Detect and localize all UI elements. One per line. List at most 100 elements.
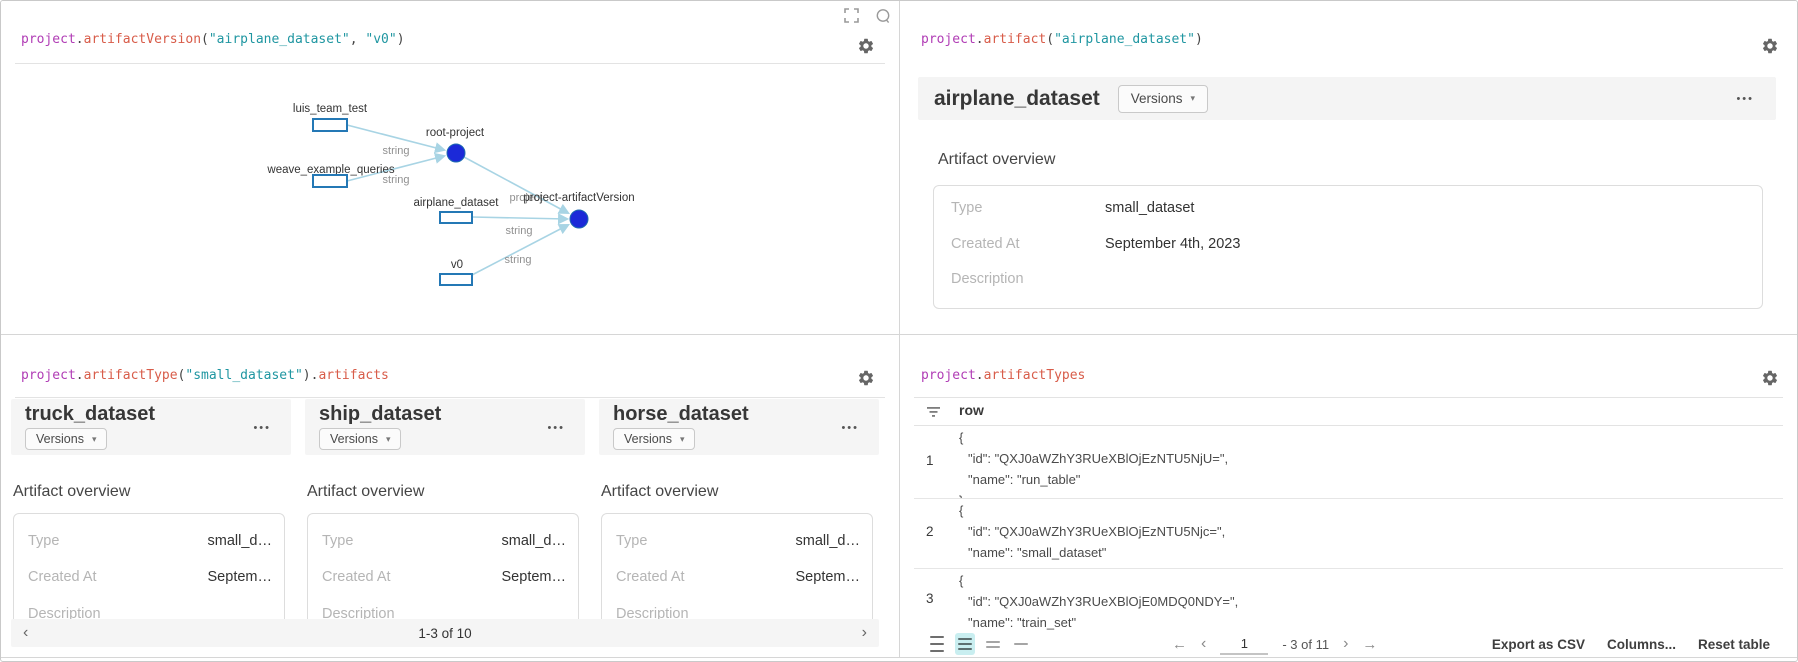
row-number: 2 [926, 524, 934, 539]
filter-icon[interactable] [927, 406, 941, 418]
node-label: luis_team_test [293, 103, 368, 115]
section-title: Artifact overview [307, 483, 424, 501]
reset-table-button[interactable]: Reset table [1698, 637, 1770, 652]
expression-artifact-type[interactable]: project.artifactType("small_dataset").ar… [21, 368, 389, 383]
overflow-menu-button[interactable]: ••• [1730, 92, 1760, 106]
column-header-row[interactable]: row [959, 402, 984, 418]
last-page-icon[interactable]: → [1362, 637, 1377, 652]
table-row[interactable]: 2 { "id": "QXJ0aWZhY3RUeXBlOjEzNTU5Njc="… [914, 498, 1783, 569]
row-number: 3 [926, 591, 934, 606]
next-page-icon[interactable]: › [1343, 636, 1348, 652]
row-value: small_dataset [1105, 200, 1194, 216]
next-page-icon[interactable]: › [850, 625, 879, 641]
card-title: horse_dataset [613, 403, 749, 426]
table-row[interactable]: 3 { "id": "QXJ0aWZhY3RUeXBlOjE0MDQ0NDY="… [914, 568, 1783, 631]
comment-icon[interactable] [875, 8, 892, 25]
row-label: Type [28, 533, 59, 549]
section-title: Artifact overview [601, 483, 718, 501]
graph-node-project-artifact-version[interactable]: project project-artifactVersion [509, 192, 634, 228]
row-label: Created At [951, 236, 1020, 252]
overview-row: Created At Septem… [28, 569, 272, 589]
token-dot: . [76, 32, 84, 47]
row-value: September 4th, 2023 [1105, 236, 1240, 252]
graph-node-weave-example-queries[interactable]: weave_example_queries [266, 164, 394, 187]
panel-artifact-types: project.artifactTypes row 1 { "id": "QXJ… [900, 335, 1797, 658]
card-header: ship_dataset Versions ▾ ••• [305, 399, 585, 455]
weave-dashboard: project.artifactVersion("airplane_datase… [0, 0, 1798, 662]
versions-label: Versions [36, 432, 84, 446]
row-label: Created At [322, 569, 391, 585]
expression-artifact-version[interactable]: project.artifactVersion("airplane_datase… [21, 32, 405, 47]
token-paren: ( [201, 32, 209, 47]
panel-artifact-version: project.artifactVersion("airplane_datase… [1, 1, 900, 335]
first-page-icon[interactable]: ← [1172, 637, 1187, 652]
row-json-cell: { "id": "QXJ0aWZhY3RUeXBlOjEzNTU5Njc=", … [959, 500, 1225, 569]
card-header: truck_dataset Versions ▾ ••• [11, 399, 291, 455]
token-paren: ) [1195, 32, 1203, 47]
prev-page-icon[interactable]: ‹ [1201, 636, 1206, 652]
versions-button[interactable]: Versions ▾ [1118, 85, 1208, 113]
node-label: project-artifactVersion [523, 192, 634, 204]
gear-icon[interactable] [857, 369, 875, 387]
expression-artifact-types[interactable]: project.artifactTypes [921, 368, 1085, 383]
row-label: Description [951, 271, 1024, 287]
token-dot: . [76, 368, 84, 383]
row-value: small_d… [502, 533, 566, 549]
density-medium-icon[interactable] [955, 633, 975, 655]
overview-row: Description [951, 271, 1750, 291]
overview-row: Type small_d… [616, 533, 860, 553]
gear-icon[interactable] [1761, 37, 1779, 55]
row-value: small_d… [208, 533, 272, 549]
fullscreen-icon[interactable] [844, 8, 859, 23]
row-json-cell: { "id": "QXJ0aWZhY3RUeXBlOjEzNTU5NjU=", … [959, 427, 1228, 499]
page-range-label: 1-3 of 10 [40, 626, 849, 641]
panel-artifact: project.artifact("airplane_dataset") air… [900, 1, 1797, 335]
page-range-label: - 3 of 11 [1282, 637, 1329, 652]
chevron-down-icon: ▾ [1191, 93, 1196, 104]
lineage-graph[interactable]: luis_team_test weave_example_queries air… [1, 65, 899, 323]
table-row[interactable]: 1 { "id": "QXJ0aWZhY3RUeXBlOjEzNTU5NjU="… [914, 425, 1783, 499]
prev-page-icon[interactable]: ‹ [11, 625, 40, 641]
row-number: 1 [926, 453, 934, 468]
graph-node-root-project[interactable]: root-project [426, 127, 485, 162]
row-json-cell: { "id": "QXJ0aWZhY3RUeXBlOjE0MDQ0NDY=", … [959, 570, 1238, 631]
svg-text:string: string [506, 225, 533, 237]
versions-button[interactable]: Versions ▾ [25, 428, 107, 450]
overflow-menu-button[interactable]: ••• [541, 421, 571, 435]
row-label: Type [951, 200, 982, 216]
row-density-controls [927, 633, 1031, 655]
gear-icon[interactable] [857, 37, 875, 55]
row-value: small_d… [796, 533, 860, 549]
density-single-icon[interactable] [1011, 633, 1031, 655]
chevron-down-icon: ▾ [92, 434, 97, 445]
overview-row: Created At Septem… [322, 569, 566, 589]
token-dot: . [976, 32, 984, 47]
graph-node-v0[interactable]: v0 [440, 259, 472, 285]
row-label: Created At [616, 569, 685, 585]
overflow-menu-button[interactable]: ••• [835, 421, 865, 435]
overflow-menu-button[interactable]: ••• [247, 421, 277, 435]
card-title: ship_dataset [319, 403, 441, 426]
versions-button[interactable]: Versions ▾ [319, 428, 401, 450]
versions-label: Versions [330, 432, 378, 446]
token-method: artifactTypes [984, 368, 1086, 383]
section-title: Artifact overview [938, 151, 1055, 169]
artifact-titlebar: airplane_dataset Versions ▾ ••• [918, 77, 1776, 120]
artifact-card-ship-dataset: ship_dataset Versions ▾ ••• Artifact ove… [305, 399, 585, 455]
columns-button[interactable]: Columns... [1607, 637, 1676, 652]
token-paren: ( [1046, 32, 1054, 47]
density-compact-icon[interactable] [983, 633, 1003, 655]
row-label: Type [616, 533, 647, 549]
page-number-input[interactable] [1220, 633, 1268, 655]
svg-text:string: string [505, 254, 532, 266]
graph-node-airplane-dataset[interactable]: airplane_dataset [413, 197, 499, 223]
node-label: root-project [426, 127, 485, 139]
export-csv-button[interactable]: Export as CSV [1492, 637, 1585, 652]
density-tall-icon[interactable] [927, 633, 947, 655]
gear-icon[interactable] [1761, 369, 1779, 387]
artifact-title: airplane_dataset [934, 87, 1100, 111]
table-pagination: ← ‹ - 3 of 11 › → [1172, 631, 1377, 657]
row-value: Septem… [502, 569, 566, 585]
versions-button[interactable]: Versions ▾ [613, 428, 695, 450]
expression-artifact[interactable]: project.artifact("airplane_dataset") [921, 32, 1203, 47]
